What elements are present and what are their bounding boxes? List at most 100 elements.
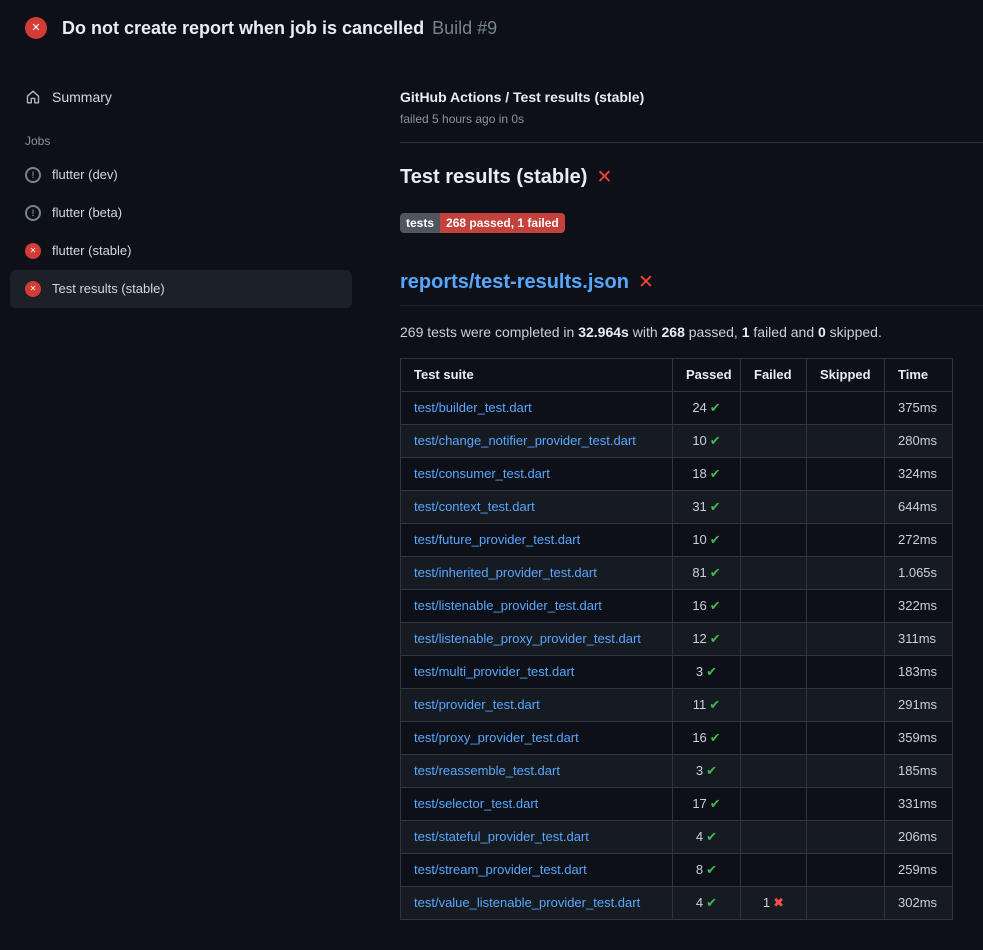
failed-cell: [741, 854, 807, 887]
skipped-cell: [807, 788, 885, 821]
test-results-table: Test suitePassedFailedSkippedTime test/b…: [400, 358, 953, 920]
time-cell: 322ms: [885, 590, 953, 623]
failed-cell: [741, 392, 807, 425]
suite-link[interactable]: test/inherited_provider_test.dart: [414, 565, 597, 580]
passed-cell-value: 11: [693, 697, 707, 712]
failed-cell: [741, 491, 807, 524]
report-link[interactable]: reports/test-results.json: [400, 268, 629, 296]
suite-link[interactable]: test/provider_test.dart: [414, 697, 540, 712]
failed-cell-value: 1: [763, 895, 770, 910]
section-title: Test results (stable) ✕: [400, 163, 952, 191]
passed-cell-value: 3: [696, 664, 703, 679]
suite-cell: test/inherited_provider_test.dart: [401, 557, 673, 590]
failed-cell: [741, 788, 807, 821]
neutral-circle-icon: !: [25, 167, 41, 183]
table-row: test/proxy_provider_test.dart 16✔ 359ms: [401, 722, 953, 755]
suite-link[interactable]: test/value_listenable_provider_test.dart: [414, 895, 640, 910]
passed-cell: 16✔: [673, 590, 741, 623]
main-content: GitHub Actions / Test results (stable) f…: [400, 52, 983, 920]
failed-cell: [741, 524, 807, 557]
skipped-cell: [807, 821, 885, 854]
suite-link[interactable]: test/stream_provider_test.dart: [414, 862, 587, 877]
suite-link[interactable]: test/future_provider_test.dart: [414, 532, 580, 547]
failed-cell: [741, 590, 807, 623]
failed-cell: [741, 755, 807, 788]
passed-cell: 17✔: [673, 788, 741, 821]
suite-link[interactable]: test/consumer_test.dart: [414, 466, 550, 481]
column-header-passed: Passed: [673, 359, 741, 392]
skipped-cell: [807, 689, 885, 722]
cross-icon: ✖: [773, 895, 784, 910]
passed-cell: 8✔: [673, 854, 741, 887]
suite-link[interactable]: test/selector_test.dart: [414, 796, 538, 811]
table-row: test/consumer_test.dart18✔324ms: [401, 458, 953, 491]
passed-cell-value: 8: [696, 862, 703, 877]
skipped-cell: [807, 755, 885, 788]
time-cell: 359ms: [885, 722, 953, 755]
time-cell: 644ms: [885, 491, 953, 524]
failed-cell: [741, 557, 807, 590]
sidebar-item-job-2[interactable]: !flutter (beta): [10, 194, 352, 232]
passed-cell-value: 17: [692, 796, 706, 811]
build-header: ✕ Do not create report when job is cance…: [0, 0, 983, 52]
suite-link[interactable]: test/reassemble_test.dart: [414, 763, 560, 778]
failed-cell: 1✖: [741, 887, 807, 920]
sidebar-item-job-3[interactable]: ✕flutter (stable): [10, 232, 352, 270]
sidebar-job-label: flutter (beta): [52, 205, 122, 221]
passed-cell-value: 4: [696, 895, 703, 910]
time-cell: 280ms: [885, 425, 953, 458]
sidebar-item-job-4[interactable]: ✕Test results (stable): [10, 270, 352, 308]
failed-cell: [741, 689, 807, 722]
suite-link[interactable]: test/context_test.dart: [414, 499, 535, 514]
sidebar-job-label: Test results (stable): [52, 281, 165, 297]
table-row: test/selector_test.dart17✔331ms: [401, 788, 953, 821]
suite-link[interactable]: test/stateful_provider_test.dart: [414, 829, 589, 844]
failed-cell: [741, 821, 807, 854]
skipped-cell: [807, 656, 885, 689]
x-circle-icon: ✕: [25, 243, 41, 259]
column-header-test-suite: Test suite: [401, 359, 673, 392]
sidebar: Summary Jobs !flutter (dev)!flutter (bet…: [0, 52, 362, 308]
time-cell: 272ms: [885, 524, 953, 557]
suite-link[interactable]: test/listenable_proxy_provider_test.dart: [414, 631, 641, 646]
home-icon: [25, 89, 41, 105]
tests-badge-value: 268 passed, 1 failed: [440, 213, 565, 233]
build-number: Build #9: [432, 18, 497, 38]
failed-cell: [741, 425, 807, 458]
sidebar-item-summary[interactable]: Summary: [10, 78, 352, 116]
column-header-time: Time: [885, 359, 953, 392]
passed-cell: 81✔: [673, 557, 741, 590]
summary-text: with: [629, 324, 662, 340]
passed-cell: 16✔: [673, 722, 741, 755]
suite-link[interactable]: test/multi_provider_test.dart: [414, 664, 574, 679]
time-cell: 324ms: [885, 458, 953, 491]
suite-link[interactable]: test/change_notifier_provider_test.dart: [414, 433, 636, 448]
suite-link[interactable]: test/proxy_provider_test.dart: [414, 730, 579, 745]
suite-link[interactable]: test/builder_test.dart: [414, 400, 532, 415]
tests-badge: tests 268 passed, 1 failed: [400, 213, 565, 233]
jobs-list: !flutter (dev)!flutter (beta)✕flutter (s…: [10, 156, 352, 308]
status-line: failed 5 hours ago in 0s: [400, 112, 952, 126]
time-cell: 375ms: [885, 392, 953, 425]
suite-cell: test/change_notifier_provider_test.dart: [401, 425, 673, 458]
skipped-cell: [807, 623, 885, 656]
table-row: test/stateful_provider_test.dart 4✔ 206ms: [401, 821, 953, 854]
suite-link[interactable]: test/listenable_provider_test.dart: [414, 598, 602, 613]
passed-cell: 4✔: [673, 821, 741, 854]
build-title: Do not create report when job is cancell…: [62, 18, 424, 38]
column-header-failed: Failed: [741, 359, 807, 392]
check-icon: ✔: [706, 895, 717, 910]
passed-cell-value: 16: [692, 598, 706, 613]
skipped-cell: [807, 557, 885, 590]
skipped-cell: [807, 722, 885, 755]
passed-cell: 10✔: [673, 425, 741, 458]
passed-cell: 12✔: [673, 623, 741, 656]
passed-cell-value: 16: [692, 730, 706, 745]
time-cell: 185ms: [885, 755, 953, 788]
suite-cell: test/stream_provider_test.dart: [401, 854, 673, 887]
sidebar-item-job-1[interactable]: !flutter (dev): [10, 156, 352, 194]
suite-cell: test/future_provider_test.dart: [401, 524, 673, 557]
skipped-cell: [807, 425, 885, 458]
time-cell: 206ms: [885, 821, 953, 854]
build-failed-x-circle-icon: ✕: [25, 17, 47, 39]
